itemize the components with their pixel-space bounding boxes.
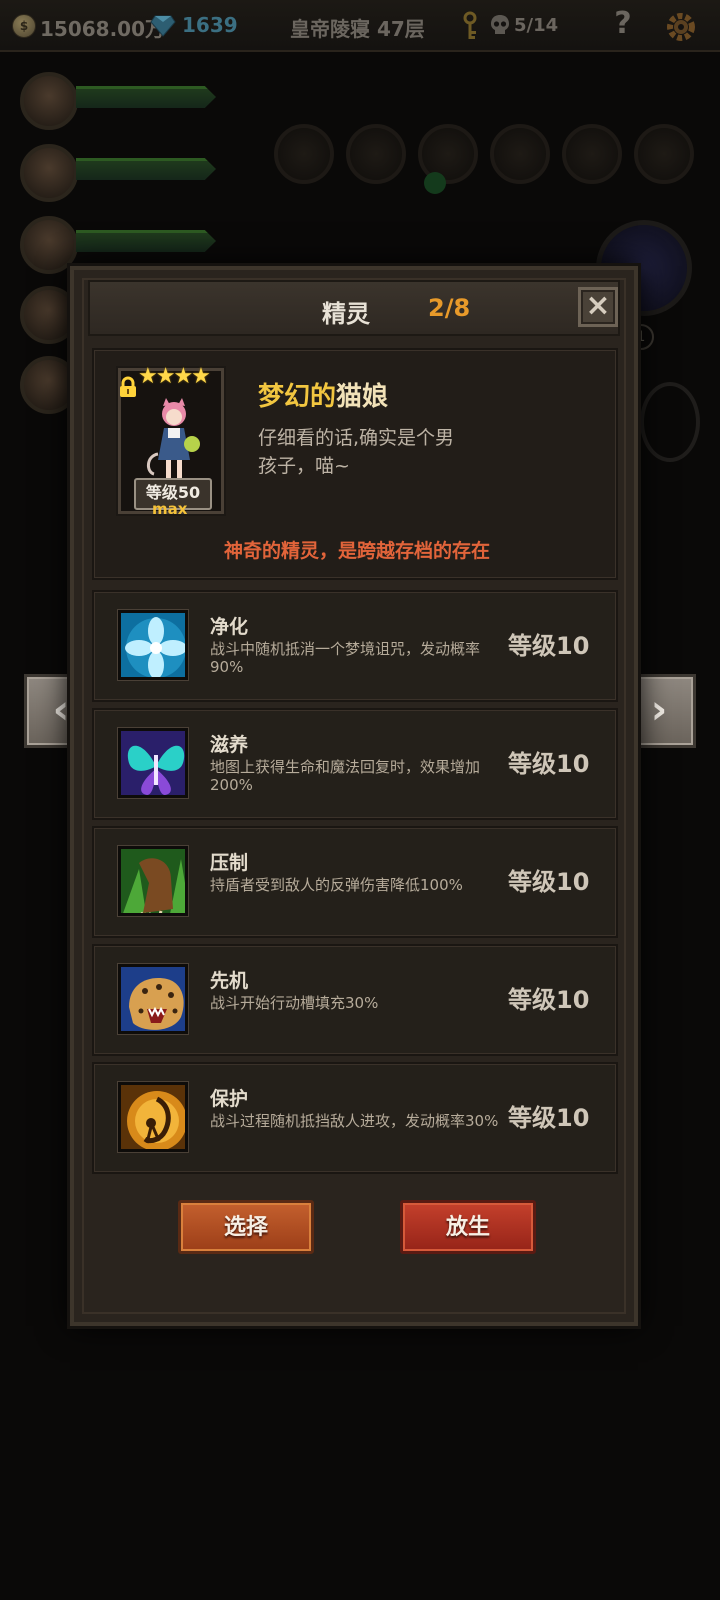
skill-level: 等级10: [508, 1104, 590, 1132]
skill-row[interactable]: 先机 战斗开始行动槽填充30% 等级10: [92, 944, 618, 1056]
kill-progress: 5/14: [514, 15, 559, 36]
select-button[interactable]: 选择: [178, 1200, 314, 1254]
equipment-slot[interactable]: [490, 124, 550, 184]
fairy-shield-icon: [118, 1082, 188, 1152]
gold-coin-icon: $: [12, 14, 36, 38]
skill-description: 战斗开始行动槽填充30%: [210, 994, 379, 1012]
gem-count: 1639: [182, 13, 238, 37]
hero-portrait: [20, 72, 78, 130]
skill-description: 地图上获得生命和魔法回复时，效果增加200%: [210, 758, 481, 794]
pet-tagline: 神奇的精灵，是跨越存档的存在: [223, 540, 490, 562]
top-status-bar: $ 15068.00万 1639 皇帝陵寝 47层 5/14 ?: [0, 0, 720, 52]
blue-flower-icon: [118, 610, 188, 680]
skill-level: 等级10: [508, 750, 590, 778]
equipment-slot[interactable]: [346, 124, 406, 184]
skill-name: 保护: [210, 1088, 249, 1110]
key-icon: [463, 11, 477, 39]
max-level-label: max: [152, 500, 188, 518]
skill-row[interactable]: 滋养 地图上获得生命和魔法回复时，效果增加200% 等级10: [92, 708, 618, 820]
skill-description: 持盾者受到敌人的反弹伤害降低100%: [210, 876, 463, 894]
skill-row[interactable]: 净化 战斗中随机抵消一个梦境诅咒，发动概率90% 等级10: [92, 590, 618, 702]
star-rating: ★★★★: [138, 364, 211, 389]
skill-name: 压制: [210, 852, 249, 874]
close-button[interactable]: ×: [578, 287, 618, 327]
pet-description-line: 孩子，喵~: [258, 455, 350, 477]
pet-index-count: 2/8: [428, 294, 471, 322]
hero-hp-bar: [76, 158, 216, 180]
hero-hp-bar: [76, 230, 216, 252]
hero-slot[interactable]: [14, 68, 224, 136]
pet-name-highlight: 梦幻的: [258, 382, 337, 412]
pet-description: 仔细看的话,确实是个男 孩子，喵~: [258, 424, 488, 480]
pet-name-rest: 猫娘: [336, 382, 389, 412]
help-button[interactable]: ?: [606, 6, 640, 46]
pet-name: 梦幻的猫娘: [258, 376, 388, 413]
pet-info-panel: ★★★★ 等级50 max 梦幻的猫娘 仔细看的话,确实是个男 孩子，喵~ 神奇…: [92, 348, 618, 580]
butterfly-wings-icon: [118, 728, 188, 798]
skill-level: 等级10: [508, 868, 590, 896]
equipment-slot[interactable]: [634, 124, 694, 184]
pet-dialog: 精灵 2/8 × ★★★★ 等级50 max 梦幻的猫娘 仔细看的话,确实是个男…: [70, 266, 638, 1326]
skill-name: 滋养: [210, 734, 249, 756]
lock-icon[interactable]: [118, 376, 138, 398]
skill-description: 战斗过程随机抵挡敌人进攻，发动概率30%: [210, 1112, 499, 1130]
dialog-title: 精灵: [322, 300, 370, 328]
claw-icon: [118, 846, 188, 916]
gear-icon[interactable]: [664, 10, 698, 44]
release-button[interactable]: 放生: [400, 1200, 536, 1254]
equipment-slot[interactable]: [274, 124, 334, 184]
hero-slot[interactable]: [14, 140, 224, 208]
skill-description: 战斗中随机抵消一个梦境诅咒，发动概率90%: [210, 640, 481, 676]
skill-level: 等级10: [508, 632, 590, 660]
notification-dot: [424, 172, 446, 194]
skill-name: 净化: [210, 616, 249, 638]
equipment-slot[interactable]: [562, 124, 622, 184]
hero-portrait: [20, 144, 78, 202]
diamond-icon: [150, 15, 176, 37]
gold-amount: 15068.00万: [40, 17, 166, 41]
leopard-icon: [118, 964, 188, 1034]
pet-description-line: 仔细看的话,确实是个男: [258, 427, 455, 449]
skill-row[interactable]: 保护 战斗过程随机抵挡敌人进攻，发动概率30% 等级10: [92, 1062, 618, 1174]
hero-hp-bar: [76, 86, 216, 108]
skill-row[interactable]: 压制 持盾者受到敌人的反弹伤害降低100% 等级10: [92, 826, 618, 938]
skill-level: 等级10: [508, 986, 590, 1014]
floor-title: 皇帝陵寝 47层: [290, 17, 425, 41]
skull-icon: [491, 15, 509, 34]
dialog-header: 精灵 2/8: [88, 280, 620, 336]
skill-name: 先机: [210, 970, 249, 992]
scene-ornament: [640, 382, 700, 462]
